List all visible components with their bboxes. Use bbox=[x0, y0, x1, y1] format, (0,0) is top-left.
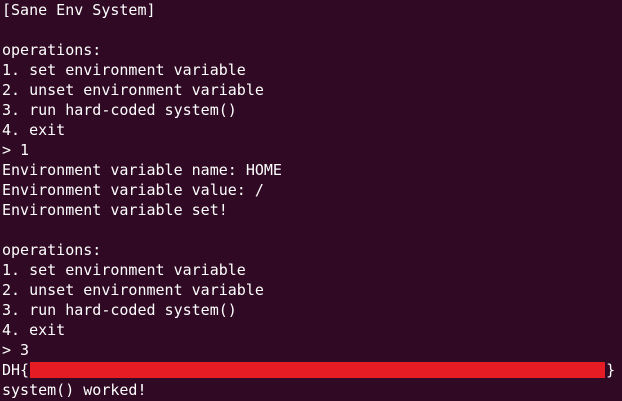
prompt-input-line: > 1 bbox=[2, 141, 30, 159]
env-name-line: Environment variable name: HOME bbox=[2, 161, 282, 179]
menu-option-set: 1. set environment variable bbox=[2, 261, 246, 279]
menu-option-system: 3. run hard-coded system() bbox=[2, 101, 237, 119]
terminal-window[interactable]: [Sane Env System] operations: 1. set env… bbox=[0, 0, 622, 401]
menu-option-exit: 4. exit bbox=[2, 321, 66, 339]
operations-header: operations: bbox=[2, 241, 102, 259]
env-value-line: Environment variable value: / bbox=[2, 181, 264, 199]
menu-option-exit: 4. exit bbox=[2, 121, 66, 139]
operations-header: operations: bbox=[2, 41, 102, 59]
title-line: [Sane Env System] bbox=[2, 1, 156, 19]
prompt-input-line: > 3 bbox=[2, 341, 30, 359]
flag-suffix: } bbox=[606, 361, 616, 379]
env-set-line: Environment variable set! bbox=[2, 201, 228, 219]
menu-option-system: 3. run hard-coded system() bbox=[2, 301, 237, 319]
menu-option-set: 1. set environment variable bbox=[2, 61, 246, 79]
menu-option-unset: 2. unset environment variable bbox=[2, 81, 264, 99]
redaction-bar bbox=[30, 362, 606, 378]
system-worked-line: system() worked! bbox=[2, 381, 147, 399]
flag-prefix: DH{ bbox=[2, 361, 30, 379]
flag-line: DH{ } bbox=[2, 360, 622, 380]
menu-option-unset: 2. unset environment variable bbox=[2, 281, 264, 299]
